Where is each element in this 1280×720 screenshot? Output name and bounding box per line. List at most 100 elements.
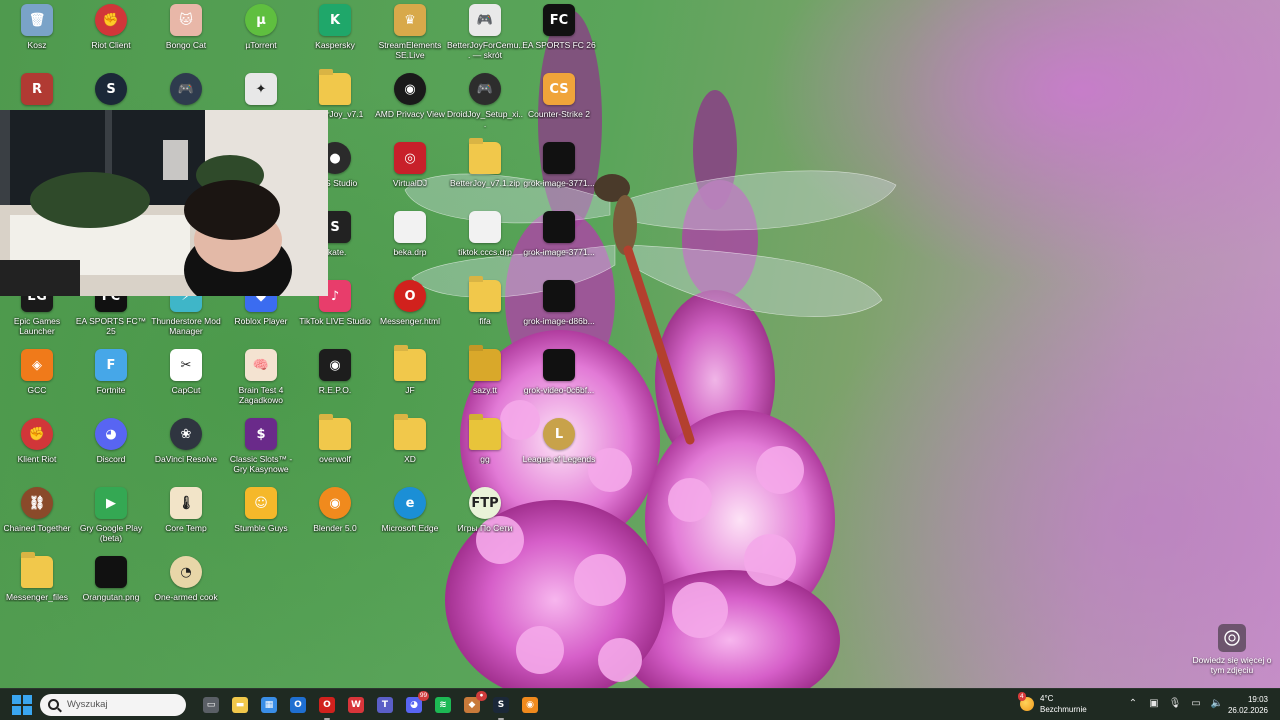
desktop-icon[interactable]: fifa <box>448 280 522 346</box>
taskbar-app-teams[interactable]: T <box>373 693 397 717</box>
desktop-icon-label: BetterJoyForCemu... — skrót <box>446 40 524 60</box>
desktop-icon[interactable]: L League of Legends <box>522 418 596 484</box>
app-icon <box>469 211 501 243</box>
desktop-icon-label: Discord <box>96 454 126 464</box>
desktop-icon[interactable]: ☺ Stumble Guys <box>224 487 298 553</box>
desktop-icon[interactable]: 🗑 Kosz <box>0 4 74 70</box>
desktop-icon[interactable]: gg <box>448 418 522 484</box>
taskbar-app-blender[interactable]: ◉ <box>518 693 542 717</box>
desktop-icon[interactable]: ✊ Riot Client <box>74 4 148 70</box>
desktop-icon-label: sazy.tt <box>473 385 497 395</box>
taskbar-app-discord[interactable]: ◕ 99 <box>402 690 429 717</box>
tray-app-icon[interactable]: ▣ <box>1147 697 1161 711</box>
app-icon: S <box>95 73 127 105</box>
desktop-icon[interactable]: ◕ Discord <box>74 418 148 484</box>
desktop-icon[interactable]: ◈ GCC <box>0 349 74 415</box>
taskbar-app-outlook[interactable]: O <box>286 693 310 717</box>
app-icon <box>95 556 127 588</box>
volume-icon[interactable]: 🔈 <box>1210 697 1224 711</box>
desktop-icon[interactable]: ⛓ Chained Together <box>0 487 74 553</box>
taskbar-app-game-app[interactable]: ◆ ● <box>460 690 487 717</box>
taskbar-app-wps[interactable]: W <box>344 693 368 717</box>
desktop-icon[interactable]: F Fortnite <box>74 349 148 415</box>
weather-temp: 4°C <box>1040 694 1054 703</box>
desktop-icon-grid: 🗑 Kosz ✊ Riot Client 🐱 Bongo Cat µ µTorrent K Kas… <box>0 0 620 688</box>
network-icon[interactable]: ▭ <box>1189 697 1203 711</box>
desktop-icon[interactable]: beka.drp <box>373 211 447 277</box>
desktop-icon[interactable]: 🐱 Bongo Cat <box>149 4 223 70</box>
desktop-icon[interactable]: $ Classic Slots™ - Gry Kasynowe <box>224 418 298 484</box>
desktop-icon[interactable]: 🎮 DroidJoy_Setup_xi... <box>447 73 523 139</box>
desktop-icon-label: grok-image-3771... <box>523 247 595 257</box>
taskbar: Wyszukaj ▭ ▬ ▦ O O W T ◕ 99 ≋ ◆ ● S ◉ 4 4°C Bezchmurn… <box>0 688 1280 720</box>
desktop-icon[interactable]: K Kaspersky <box>298 4 372 70</box>
desktop-icon[interactable]: ◉ AMD Privacy View <box>373 73 447 139</box>
desktop-icon-label: Core Temp <box>165 523 207 533</box>
desktop-icon[interactable]: XD <box>373 418 447 484</box>
microphone-icon[interactable]: 🎙 <box>1168 697 1182 711</box>
desktop-icon[interactable]: grok-image-3771... <box>522 142 596 208</box>
clock-date: 26.02.2026 <box>1227 706 1268 715</box>
desktop-icon[interactable]: ❀ DaVinci Resolve <box>149 418 223 484</box>
app-icon: ◉ <box>319 349 351 381</box>
clock[interactable]: 19:03 26.02.2026 <box>1228 694 1268 716</box>
desktop-icon[interactable]: grok-video-0c6bf... <box>522 349 596 415</box>
desktop-icon[interactable]: 🧠 Brain Test 4 Zagadkowo <box>224 349 298 415</box>
desktop-icon-label: Orangutan.png <box>82 592 140 602</box>
start-button[interactable] <box>11 694 33 716</box>
app-icon: CS <box>543 73 575 105</box>
desktop-icon-label: EA SPORTS FC™ 25 <box>75 316 147 336</box>
desktop-icon-label: Kosz <box>27 40 47 50</box>
desktop-icon[interactable]: ◉ Blender 5.0 <box>298 487 372 553</box>
search-icon <box>48 699 59 710</box>
desktop-icon[interactable]: e Microsoft Edge <box>373 487 447 553</box>
desktop-icon[interactable]: Orangutan.png <box>74 556 148 622</box>
desktop-icon[interactable]: overwolf <box>298 418 372 484</box>
taskbar-app-task-view[interactable]: ▭ <box>199 693 223 717</box>
desktop-icon[interactable]: grok-image-3771... <box>522 211 596 277</box>
desktop-icon[interactable]: ◎ VirtualDJ <box>373 142 447 208</box>
desktop-icon-label: Bongo Cat <box>165 40 207 50</box>
desktop-icon[interactable]: CS Counter-Strike 2 <box>522 73 596 139</box>
app-icon: ⛓ <box>21 487 53 519</box>
desktop-icon[interactable]: FTP Игры По Сети <box>448 487 522 553</box>
taskbar-app-microsoft-store[interactable]: ▦ <box>257 693 281 717</box>
desktop-icon-label: grok-image-3771... <box>523 178 595 188</box>
desktop-icon[interactable]: BetterJoy_v7.1.zip <box>448 142 522 208</box>
taskbar-app-opera-gx[interactable]: O <box>315 693 339 720</box>
desktop-icon[interactable]: FC EA SPORTS FC 26 <box>522 4 596 70</box>
desktop-icon[interactable]: ◔ One-armed cook <box>149 556 223 622</box>
taskbar-app-spotify[interactable]: ≋ <box>431 693 455 717</box>
search-box[interactable]: Wyszukaj <box>40 693 186 716</box>
desktop-icon[interactable]: µ µTorrent <box>224 4 298 70</box>
desktop-icon[interactable]: grok-image-d86b... <box>522 280 596 346</box>
desktop-icon[interactable]: Messenger_files <box>0 556 74 622</box>
desktop-icon-label: Chained Together <box>3 523 71 533</box>
desktop-icon[interactable]: JF <box>373 349 447 415</box>
desktop-icon[interactable]: ✊ Klient Riot <box>0 418 74 484</box>
weather-widget[interactable]: 4 4°C Bezchmurnie <box>1018 692 1087 715</box>
desktop-icon[interactable]: O Messenger.html <box>373 280 447 346</box>
desktop-icon[interactable]: sazy.tt <box>448 349 522 415</box>
desktop-icon[interactable]: ◉ R.E.P.O. <box>298 349 372 415</box>
steam-icon: S <box>493 696 509 713</box>
desktop-icon-label: Kaspersky <box>315 40 355 50</box>
app-icon: ◉ <box>319 487 351 519</box>
app-icon: O <box>394 280 426 312</box>
desktop-icon[interactable]: 🎮 BetterJoyForCemu... — skrót <box>446 4 524 70</box>
desktop-icon[interactable]: ▶ Gry Google Play (beta) <box>74 487 148 553</box>
desktop-icon[interactable]: ♛ StreamElements SE.Live <box>373 4 447 70</box>
taskbar-app-file-explorer[interactable]: ▬ <box>228 693 252 717</box>
desktop-icon[interactable]: ✂ CapCut <box>149 349 223 415</box>
desktop-icon-label: BetterJoy_v7.1.zip <box>450 178 520 188</box>
desktop-icon-label: StreamElements SE.Live <box>378 40 442 60</box>
taskbar-app-steam[interactable]: S <box>489 693 513 720</box>
learn-more-widget[interactable]: Dowiedz się więcej o tym zdjęciu <box>1190 624 1274 675</box>
desktop-icon[interactable]: tiktok.cccs.drp <box>448 211 522 277</box>
app-icon: ◕ <box>95 418 127 450</box>
app-icon: ◈ <box>21 349 53 381</box>
desktop-icon[interactable]: 🌡 Core Temp <box>149 487 223 553</box>
chevron-up-icon[interactable]: ⌃ <box>1126 697 1140 711</box>
app-icon: ☺ <box>245 487 277 519</box>
desktop-icon-label: tiktok.cccs.drp <box>458 247 512 257</box>
